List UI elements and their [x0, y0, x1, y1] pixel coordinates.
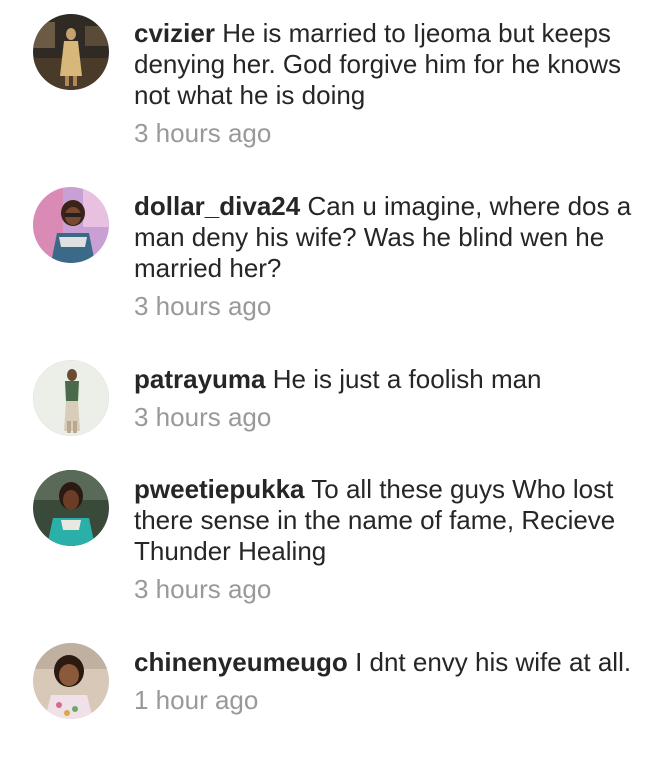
comment-username[interactable]: pweetiepukka: [134, 474, 305, 504]
user-photo-icon: [33, 643, 109, 719]
comment-timestamp: 1 hour ago: [134, 685, 259, 715]
comment-text: dollar_diva24 Can u imagine, where dos a…: [134, 191, 634, 284]
avatar[interactable]: [33, 14, 109, 90]
comment-text: chinenyeumeugo I dnt envy his wife at al…: [134, 647, 634, 678]
comment-timestamp: 3 hours ago: [134, 118, 272, 148]
avatar[interactable]: [33, 187, 109, 263]
comment-username[interactable]: cvizier: [134, 18, 215, 48]
comment-message: I dnt envy his wife at all.: [355, 647, 632, 677]
comment-list: cvizier He is married to Ijeoma but keep…: [0, 0, 670, 764]
comment-timestamp: 3 hours ago: [134, 291, 272, 321]
avatar[interactable]: [33, 360, 109, 436]
user-photo-icon: [33, 14, 109, 90]
comment-text: pweetiepukka To all these guys Who lost …: [134, 474, 634, 567]
comment-username[interactable]: chinenyeumeugo: [134, 647, 348, 677]
comment-text: patrayuma He is just a foolish man: [134, 364, 634, 395]
comment-timestamp: 3 hours ago: [134, 574, 272, 604]
avatar[interactable]: [33, 643, 109, 719]
comment-message: He is just a foolish man: [272, 364, 542, 394]
comment-text: cvizier He is married to Ijeoma but keep…: [134, 18, 634, 111]
comment-timestamp: 3 hours ago: [134, 402, 272, 432]
avatar[interactable]: [33, 470, 109, 546]
user-photo-icon: [34, 361, 108, 435]
comment-username[interactable]: patrayuma: [134, 364, 266, 394]
user-photo-icon: [33, 187, 109, 263]
comment-username[interactable]: dollar_diva24: [134, 191, 300, 221]
user-photo-icon: [33, 470, 109, 546]
